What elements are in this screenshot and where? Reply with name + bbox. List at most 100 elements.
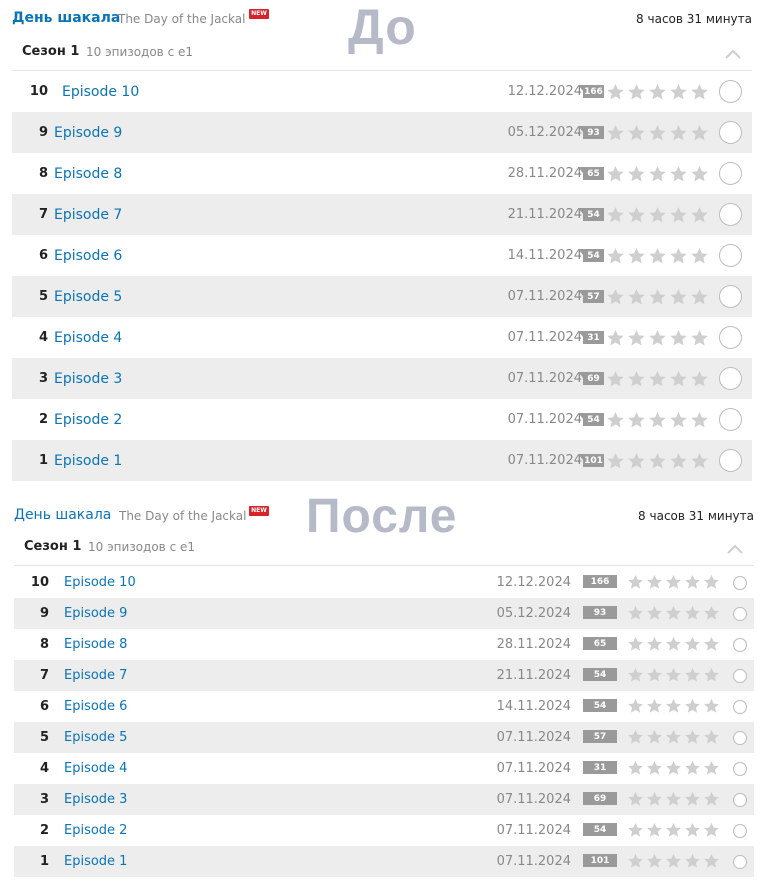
star-icon[interactable] xyxy=(626,666,645,684)
comment-count-badge[interactable]: 57 xyxy=(578,290,604,303)
star-icon[interactable] xyxy=(647,328,668,348)
episode-link[interactable]: Episode 4 xyxy=(64,753,127,784)
watched-circle-icon[interactable] xyxy=(733,793,747,807)
episode-link[interactable]: Episode 2 xyxy=(54,399,122,440)
star-icon[interactable] xyxy=(683,697,702,715)
rating-stars[interactable] xyxy=(605,164,710,184)
rating-stars[interactable] xyxy=(626,604,721,622)
watched-circle-icon[interactable] xyxy=(733,669,747,683)
episode-link[interactable]: Episode 8 xyxy=(54,153,122,194)
rating-stars[interactable] xyxy=(626,852,721,870)
star-icon[interactable] xyxy=(668,82,689,102)
watched-circle-icon[interactable] xyxy=(733,824,747,838)
rating-stars[interactable] xyxy=(626,821,721,839)
episode-link[interactable]: Episode 8 xyxy=(64,629,127,660)
star-icon[interactable] xyxy=(626,287,647,307)
comment-count-badge[interactable]: 65 xyxy=(583,637,617,650)
star-icon[interactable] xyxy=(626,821,645,839)
star-icon[interactable] xyxy=(683,821,702,839)
star-icon[interactable] xyxy=(664,697,683,715)
rating-stars[interactable] xyxy=(626,635,721,653)
star-icon[interactable] xyxy=(647,410,668,430)
star-icon[interactable] xyxy=(702,728,721,746)
show-title-ru[interactable]: День шакала xyxy=(12,10,120,26)
star-icon[interactable] xyxy=(626,852,645,870)
star-icon[interactable] xyxy=(664,573,683,591)
rating-stars[interactable] xyxy=(605,451,710,471)
rating-stars[interactable] xyxy=(626,666,721,684)
star-icon[interactable] xyxy=(626,697,645,715)
star-icon[interactable] xyxy=(605,369,626,389)
star-icon[interactable] xyxy=(645,573,664,591)
watched-circle-icon[interactable] xyxy=(719,121,742,144)
star-icon[interactable] xyxy=(645,759,664,777)
comment-count-badge[interactable]: 166 xyxy=(583,575,617,588)
comment-count-badge[interactable]: 54 xyxy=(578,208,604,221)
star-icon[interactable] xyxy=(702,697,721,715)
comment-count-badge[interactable]: 166 xyxy=(578,85,604,98)
watched-circle-icon[interactable] xyxy=(733,700,747,714)
episode-link[interactable]: Episode 2 xyxy=(64,815,127,846)
star-icon[interactable] xyxy=(647,287,668,307)
star-icon[interactable] xyxy=(689,164,710,184)
episode-link[interactable]: Episode 10 xyxy=(62,71,139,112)
watched-circle-icon[interactable] xyxy=(719,367,742,390)
star-icon[interactable] xyxy=(605,164,626,184)
watched-circle-icon[interactable] xyxy=(733,731,747,745)
star-icon[interactable] xyxy=(689,287,710,307)
episode-link[interactable]: Episode 4 xyxy=(54,317,122,358)
star-icon[interactable] xyxy=(647,205,668,225)
comment-count-badge[interactable]: 69 xyxy=(578,372,604,385)
star-icon[interactable] xyxy=(668,246,689,266)
watched-circle-icon[interactable] xyxy=(719,326,742,349)
star-icon[interactable] xyxy=(683,759,702,777)
star-icon[interactable] xyxy=(626,123,647,143)
star-icon[interactable] xyxy=(683,728,702,746)
episode-link[interactable]: Episode 10 xyxy=(64,567,136,598)
star-icon[interactable] xyxy=(668,451,689,471)
watched-circle-icon[interactable] xyxy=(733,638,747,652)
star-icon[interactable] xyxy=(626,328,647,348)
star-icon[interactable] xyxy=(702,604,721,622)
watched-circle-icon[interactable] xyxy=(719,80,742,103)
star-icon[interactable] xyxy=(647,82,668,102)
comment-count-badge[interactable]: 31 xyxy=(578,331,604,344)
star-icon[interactable] xyxy=(647,123,668,143)
star-icon[interactable] xyxy=(689,246,710,266)
star-icon[interactable] xyxy=(626,164,647,184)
episode-link[interactable]: Episode 5 xyxy=(54,276,122,317)
watched-circle-icon[interactable] xyxy=(733,607,747,621)
star-icon[interactable] xyxy=(605,451,626,471)
star-icon[interactable] xyxy=(645,666,664,684)
rating-stars[interactable] xyxy=(626,759,721,777)
comment-count-badge[interactable]: 54 xyxy=(578,249,604,262)
show-title-ru[interactable]: День шакала xyxy=(14,507,111,523)
episode-link[interactable]: Episode 9 xyxy=(64,598,127,629)
star-icon[interactable] xyxy=(605,205,626,225)
star-icon[interactable] xyxy=(647,369,668,389)
star-icon[interactable] xyxy=(668,369,689,389)
star-icon[interactable] xyxy=(626,205,647,225)
watched-circle-icon[interactable] xyxy=(719,285,742,308)
chevron-up-icon[interactable] xyxy=(724,46,742,60)
star-icon[interactable] xyxy=(647,246,668,266)
star-icon[interactable] xyxy=(626,573,645,591)
comment-count-badge[interactable]: 65 xyxy=(578,167,604,180)
watched-circle-icon[interactable] xyxy=(719,162,742,185)
comment-count-badge[interactable]: 54 xyxy=(583,699,617,712)
comment-count-badge[interactable]: 31 xyxy=(583,761,617,774)
star-icon[interactable] xyxy=(626,246,647,266)
star-icon[interactable] xyxy=(605,82,626,102)
star-icon[interactable] xyxy=(645,728,664,746)
star-icon[interactable] xyxy=(702,790,721,808)
star-icon[interactable] xyxy=(664,790,683,808)
star-icon[interactable] xyxy=(702,821,721,839)
star-icon[interactable] xyxy=(664,759,683,777)
star-icon[interactable] xyxy=(668,287,689,307)
star-icon[interactable] xyxy=(626,790,645,808)
watched-circle-icon[interactable] xyxy=(719,203,742,226)
star-icon[interactable] xyxy=(605,246,626,266)
star-icon[interactable] xyxy=(626,604,645,622)
star-icon[interactable] xyxy=(626,759,645,777)
star-icon[interactable] xyxy=(702,573,721,591)
